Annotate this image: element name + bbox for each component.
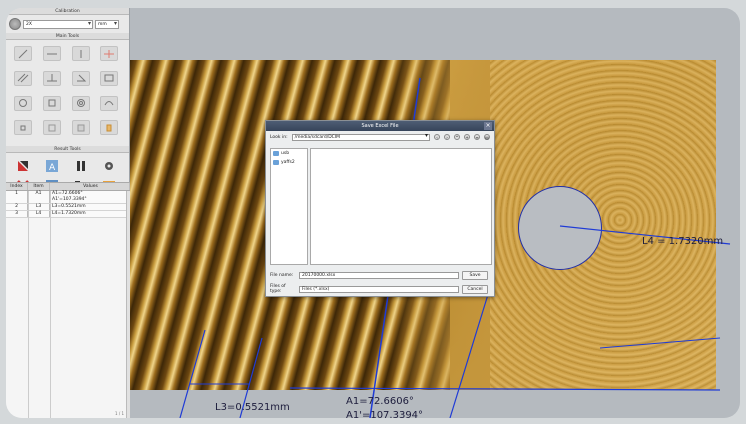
concentric-circle-tool-icon[interactable] xyxy=(71,95,90,111)
new-folder-icon[interactable]: + xyxy=(464,134,470,140)
row-index: 1 xyxy=(6,191,28,203)
calibration-row: 2X mm xyxy=(6,15,129,33)
calibration-gear-icon[interactable] xyxy=(9,18,21,30)
row-index: 3 xyxy=(6,211,28,217)
file-type-label: Files of type: xyxy=(270,284,286,294)
result-tools-title: Result Tools xyxy=(6,146,129,153)
svg-text:A: A xyxy=(49,163,56,173)
cancel-button[interactable]: Cancel xyxy=(462,284,488,294)
point-tool-icon[interactable] xyxy=(14,120,32,136)
table-row[interactable]: 2 L3 L3=0.5521mm xyxy=(6,204,130,211)
look-in-row: Look in: /media/sdcard/DCIM ‹ › ^ + ≡ ▤ xyxy=(266,131,494,143)
control-panel: Calibration 2X mm Main Tools Result xyxy=(6,8,130,418)
arc-tool-icon[interactable] xyxy=(100,95,119,111)
dialog-title: Save Excel File × xyxy=(266,121,494,131)
screen: Calibration 2X mm Main Tools Result xyxy=(6,8,740,418)
square-tool-icon[interactable] xyxy=(42,95,61,111)
row-item: A1 xyxy=(28,191,50,203)
line-tool-icon[interactable] xyxy=(14,46,32,61)
text-tool-icon[interactable] xyxy=(42,120,61,136)
file-type-select[interactable]: Files (*.xlsx) xyxy=(299,285,459,293)
pause-icon[interactable] xyxy=(72,158,90,174)
main-tools-title: Main Tools xyxy=(6,33,129,40)
detail-view-icon[interactable]: ▤ xyxy=(484,134,490,140)
unit-select[interactable]: mm xyxy=(95,19,119,29)
results-table: Index Item Values 1 A1 A1=72.6606° A1'=1… xyxy=(6,182,130,418)
zoom-select[interactable]: 2X xyxy=(23,19,93,29)
header-item: Item xyxy=(28,183,50,190)
measurement-label-l4: L4 = 1.7320mm xyxy=(642,236,724,247)
row-index: 2 xyxy=(6,204,28,210)
main-tools-grid xyxy=(6,40,129,146)
file-type-row: Files of type: Files (*.xlsx) Cancel xyxy=(270,284,488,294)
list-view-icon[interactable]: ≡ xyxy=(474,134,480,140)
device-frame: Calibration 2X mm Main Tools Result xyxy=(0,0,746,424)
row-item: L3 xyxy=(28,204,50,210)
circle-tool-icon[interactable] xyxy=(14,95,32,111)
measurement-line-l3-a[interactable] xyxy=(179,329,206,418)
save-excel-dialog: Save Excel File × Look in: /media/sdcard… xyxy=(265,120,495,297)
close-icon[interactable]: × xyxy=(484,122,492,130)
file-name-row: File name: 20170000.xlsx Save xyxy=(270,271,488,280)
select-arrow-icon[interactable] xyxy=(14,158,32,174)
back-icon[interactable]: ‹ xyxy=(434,134,440,140)
table-header: Index Item Values xyxy=(6,183,130,191)
measurement-line-a1-b[interactable] xyxy=(449,287,491,418)
folder-icon xyxy=(273,151,279,156)
file-list[interactable] xyxy=(310,148,492,265)
sidebar-item-yaffs2[interactable]: yaffs2 xyxy=(271,158,307,167)
page-indicator: 1 / 1 xyxy=(115,411,124,416)
settings-gear-icon[interactable] xyxy=(100,158,118,174)
save-button[interactable]: Save xyxy=(462,271,488,280)
forward-icon[interactable]: › xyxy=(444,134,450,140)
color-tool-icon[interactable] xyxy=(100,120,119,136)
calibration-title: Calibration xyxy=(6,8,129,15)
folder-icon xyxy=(273,160,279,165)
perpendicular-tool-icon[interactable] xyxy=(42,70,61,86)
column-divider xyxy=(50,191,51,418)
table-row[interactable]: 1 A1 A1=72.6606° A1'=107.3394° xyxy=(6,191,130,204)
file-name-input[interactable]: 20170000.xlsx xyxy=(299,272,459,279)
file-name-label: File name: xyxy=(270,273,294,278)
sidebar-item-label: yaffs2 xyxy=(281,160,295,165)
look-in-select[interactable]: /media/sdcard/DCIM xyxy=(291,133,430,141)
table-row[interactable]: 3 L4 L4=1.7320mm xyxy=(6,211,130,218)
measurement-label-a1: A1=72.6606° xyxy=(346,396,414,407)
header-values: Values xyxy=(50,183,130,190)
dialog-sidebar: usb yaffs2 xyxy=(270,148,308,265)
sidebar-item-label: usb xyxy=(281,151,290,156)
horizontal-line-tool-icon[interactable] xyxy=(42,46,61,61)
row-values: A1=72.6606° A1'=107.3394° xyxy=(50,191,130,203)
up-folder-icon[interactable]: ^ xyxy=(454,134,460,140)
vertical-line-tool-icon[interactable] xyxy=(71,46,90,61)
measurement-label-l3: L3=0.5521mm xyxy=(215,402,290,413)
parallel-line-tool-icon[interactable] xyxy=(14,70,32,86)
cross-line-tool-icon[interactable] xyxy=(100,46,119,61)
measurement-line-edge[interactable] xyxy=(599,337,721,349)
header-index: Index xyxy=(6,183,28,190)
erase-tool-icon[interactable] xyxy=(71,120,90,136)
sidebar-item-usb[interactable]: usb xyxy=(271,149,307,158)
row-item: L4 xyxy=(28,211,50,217)
column-divider xyxy=(28,191,29,418)
measurement-line-bottom[interactable] xyxy=(289,387,721,391)
measurement-label-a1-prime: A1'=107.3394° xyxy=(346,410,424,418)
look-in-label: Look in: xyxy=(270,134,288,140)
angle-tool-icon[interactable] xyxy=(71,70,90,86)
dialog-title-text: Save Excel File xyxy=(361,123,399,129)
rectangle-tool-icon[interactable] xyxy=(100,70,119,86)
text-annotation-icon[interactable]: A xyxy=(43,158,61,174)
row-values: L3=0.5521mm xyxy=(50,204,130,210)
row-values: L4=1.7320mm xyxy=(50,211,130,217)
